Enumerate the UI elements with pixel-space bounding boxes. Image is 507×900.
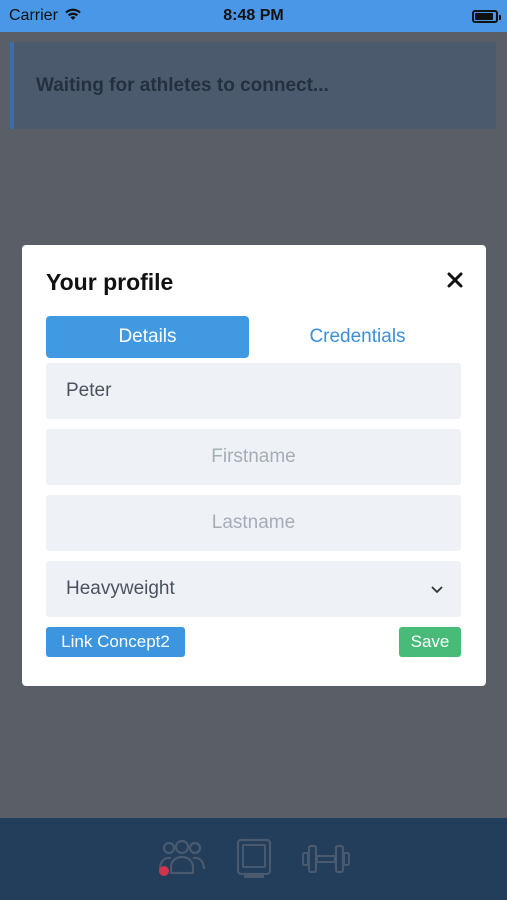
username-field[interactable]: Peter: [46, 363, 461, 419]
screen: Carrier 8:48 PM Waiting for athletes to …: [0, 0, 507, 900]
close-button[interactable]: [444, 271, 466, 293]
profile-modal: Your profile Details Credentials Peter H…: [22, 245, 486, 686]
waiting-notice: Waiting for athletes to connect...: [10, 42, 496, 129]
weight-class-select[interactable]: Heavyweight: [46, 561, 461, 617]
save-button[interactable]: Save: [399, 627, 461, 657]
chevron-down-icon: [431, 578, 443, 600]
close-icon: [447, 272, 463, 293]
athletes-icon[interactable]: [157, 837, 207, 881]
status-bar: Carrier 8:48 PM: [0, 0, 507, 32]
bottom-tab-bar: [0, 818, 507, 900]
tab-credentials[interactable]: Credentials: [256, 316, 459, 358]
wifi-icon: [64, 7, 82, 26]
link-concept2-button[interactable]: Link Concept2: [46, 627, 185, 657]
firstname-field[interactable]: [46, 429, 461, 485]
dumbbell-icon[interactable]: [301, 837, 351, 881]
waiting-notice-text: Waiting for athletes to connect...: [36, 74, 329, 96]
lastname-field[interactable]: [46, 495, 461, 551]
username-value: Peter: [66, 380, 112, 401]
weight-class-value: Heavyweight: [66, 578, 175, 599]
carrier-label: Carrier: [9, 7, 58, 24]
profile-tabs: Details Credentials: [46, 316, 462, 358]
battery-icon: [472, 9, 501, 23]
ergometer-icon[interactable]: [229, 837, 279, 881]
modal-title: Your profile: [46, 269, 174, 295]
status-left: Carrier: [9, 7, 82, 26]
tab-details[interactable]: Details: [46, 316, 249, 358]
